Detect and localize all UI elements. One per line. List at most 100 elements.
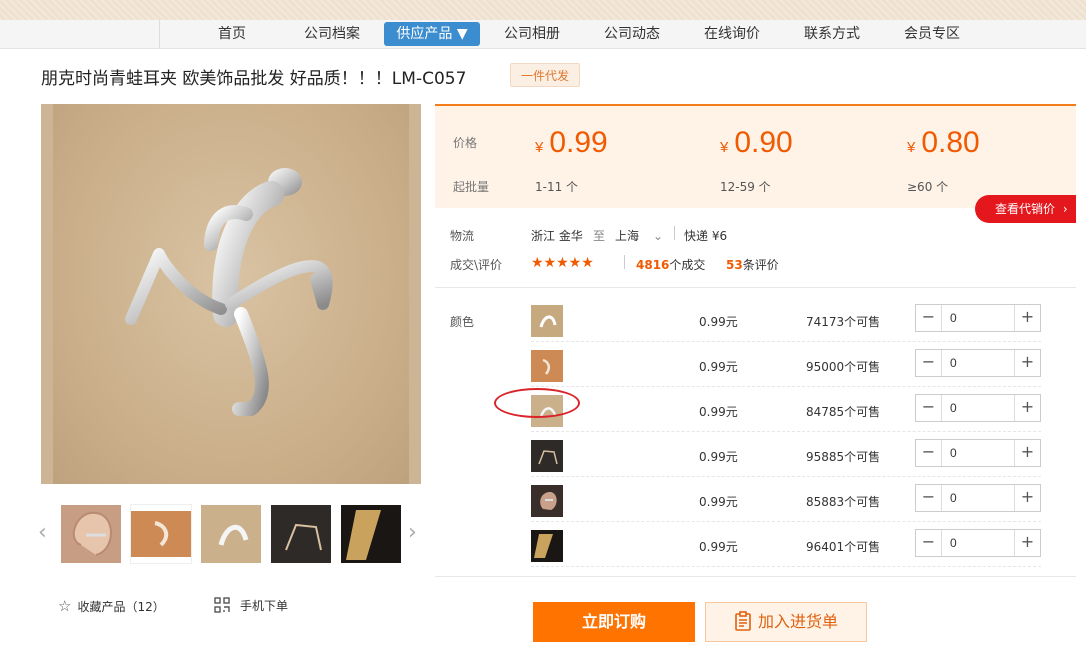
quantity-stepper: − + (915, 439, 1041, 467)
thumbnail-3[interactable] (201, 505, 261, 563)
thumbnail-2[interactable] (130, 504, 192, 564)
buy-now-button[interactable]: 立即订购 (533, 602, 695, 642)
add-to-cart-button[interactable]: 加入进货单 (705, 602, 867, 642)
sku-row: 0.99元 85883个可售 − + (531, 477, 1041, 522)
minus-button[interactable]: − (916, 395, 942, 421)
sku-row: 0.99元 84785个可售 − + (531, 387, 1041, 432)
quantity-stepper: − + (915, 304, 1041, 332)
plus-button[interactable]: + (1014, 530, 1040, 556)
section-divider (435, 576, 1076, 577)
sku-price: 0.99元 (699, 540, 738, 554)
nav-contact[interactable]: 联系方式 (796, 20, 868, 48)
sku-thumb-1[interactable] (531, 305, 563, 337)
dropship-tag: 一件代发 (510, 63, 581, 87)
sku-stock: 84785个可售 (806, 405, 881, 419)
price-panel: 价格 起批量 ¥0.99 1-11 个 ¥0.90 12-59 个 ¥0.80 … (435, 104, 1076, 208)
logistics-from: 浙江 金华 (531, 229, 583, 243)
trades-divider (624, 255, 625, 269)
main-product-image (41, 104, 421, 484)
sku-price: 0.99元 (699, 315, 738, 329)
star-outline-icon: ☆ (58, 597, 72, 615)
section-divider (435, 287, 1076, 288)
plus-button[interactable]: + (1014, 485, 1040, 511)
logistics-label: 物流 (450, 229, 475, 243)
top-decor-band (0, 0, 1086, 20)
nav-inquiry[interactable]: 在线询价 (696, 20, 768, 48)
plus-button[interactable]: + (1014, 350, 1040, 376)
product-title: 朋克时尚青蛙耳夹 欧美饰品批发 好品质！！！LM-C057 (41, 69, 467, 89)
price-label: 价格 (453, 136, 478, 150)
nav-products[interactable]: 供应产品 ▼ (384, 22, 480, 46)
sku-thumb-6[interactable] (531, 530, 563, 562)
view-agent-price-button[interactable]: 查看代销价 › (975, 195, 1076, 223)
quantity-input[interactable] (943, 395, 1013, 421)
quantity-input[interactable] (943, 305, 1013, 331)
minus-button[interactable]: − (916, 305, 942, 331)
reviews-count[interactable]: 53条评价 (726, 256, 779, 273)
quantity-stepper: − + (915, 349, 1041, 377)
qr-code-icon (214, 597, 230, 613)
quantity-input[interactable] (943, 440, 1013, 466)
sku-stock: 85883个可售 (806, 495, 881, 509)
sku-row: 0.99元 96401个可售 − + (531, 522, 1041, 567)
clipboard-icon (734, 607, 752, 631)
quantity-input[interactable] (943, 485, 1013, 511)
sku-thumb-5[interactable] (531, 485, 563, 517)
sku-thumb-4[interactable] (531, 440, 563, 472)
sku-stock: 96401个可售 (806, 540, 881, 554)
chevron-down-icon: ⌄ (653, 229, 664, 243)
nav-album[interactable]: 公司相册 (496, 20, 568, 48)
quantity-stepper: − + (915, 484, 1041, 512)
chevron-right-icon: › (1062, 202, 1068, 216)
logistics-divider (674, 226, 675, 240)
nav-home[interactable]: 首页 (200, 20, 264, 48)
range-tier-1: 1-11 个 (535, 180, 579, 194)
range-tier-3: ≥60 个 (907, 180, 949, 194)
minus-button[interactable]: − (916, 350, 942, 376)
mobile-order-button[interactable]: 手机下单 (214, 597, 288, 614)
red-highlight-circle (494, 388, 580, 418)
plus-button[interactable]: + (1014, 305, 1040, 331)
quantity-stepper: − + (915, 394, 1041, 422)
sku-price: 0.99元 (699, 450, 738, 464)
minus-button[interactable]: − (916, 530, 942, 556)
destination-select[interactable]: 上海 ⌄ (615, 227, 663, 244)
price-tier-2: ¥0.90 (720, 126, 793, 159)
sku-price: 0.99元 (699, 360, 738, 374)
price-tier-3: ¥0.80 (907, 126, 980, 159)
sku-price: 0.99元 (699, 405, 738, 419)
thumbnail-5[interactable] (341, 505, 401, 563)
logistics-to-word: 至 (593, 229, 606, 243)
color-label: 颜色 (450, 315, 475, 329)
range-tier-2: 12-59 个 (720, 180, 771, 194)
sku-stock: 95000个可售 (806, 360, 881, 374)
sku-price: 0.99元 (699, 495, 738, 509)
minus-button[interactable]: − (916, 485, 942, 511)
nav-divider (159, 20, 160, 48)
deals-count: 4816个成交 (636, 258, 706, 272)
sku-stock: 74173个可售 (806, 315, 881, 329)
sku-thumb-2[interactable] (531, 350, 563, 382)
favorite-product-button[interactable]: ☆ 收藏产品（12） (58, 597, 165, 615)
quantity-input[interactable] (943, 350, 1013, 376)
sku-row: 0.99元 95000个可售 − + (531, 342, 1041, 387)
sku-row: 0.99元 74173个可售 − + (531, 297, 1041, 342)
sku-row: 0.99元 95885个可售 − + (531, 432, 1041, 477)
nav-bar: 首页 公司档案 供应产品 ▼ 公司相册 公司动态 在线询价 联系方式 会员专区 (0, 20, 1086, 49)
plus-button[interactable]: + (1014, 395, 1040, 421)
price-tier-1: ¥0.99 (535, 126, 608, 159)
rating-stars: ★★★★★ (531, 255, 594, 271)
nav-company-profile[interactable]: 公司档案 (296, 20, 368, 48)
quantity-input[interactable] (943, 530, 1013, 556)
minus-button[interactable]: − (916, 440, 942, 466)
thumb-next-arrow[interactable]: › (408, 520, 417, 545)
thumbnail-4[interactable] (271, 505, 331, 563)
ear-cuff-figure-image (125, 168, 333, 416)
express-fee: 快递 ¥6 (684, 229, 728, 243)
min-order-label: 起批量 (453, 180, 490, 194)
nav-news[interactable]: 公司动态 (596, 20, 668, 48)
thumbnail-1[interactable] (61, 505, 121, 563)
thumb-prev-arrow[interactable]: ‹ (38, 520, 47, 545)
plus-button[interactable]: + (1014, 440, 1040, 466)
nav-members[interactable]: 会员专区 (896, 20, 968, 48)
